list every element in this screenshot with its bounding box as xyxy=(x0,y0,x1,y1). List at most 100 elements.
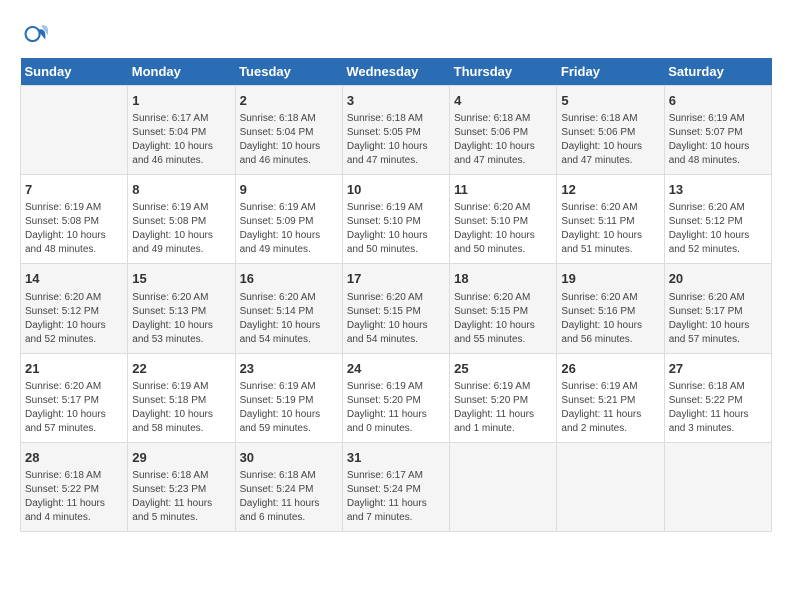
day-info: Sunrise: 6:20 AMSunset: 5:15 PMDaylight:… xyxy=(347,291,445,347)
day-number: 25 xyxy=(454,360,552,378)
day-info: Sunrise: 6:20 AMSunset: 5:10 PMDaylight:… xyxy=(454,201,552,257)
calendar-cell: 28 Sunrise: 6:18 AMSunset: 5:22 PMDayligh… xyxy=(21,442,128,531)
day-info: Sunrise: 6:18 AMSunset: 5:23 PMDaylight:… xyxy=(132,469,230,525)
day-number: 16 xyxy=(240,270,338,288)
day-number: 20 xyxy=(669,270,767,288)
day-info: Sunrise: 6:19 AMSunset: 5:10 PMDaylight:… xyxy=(347,201,445,257)
calendar-cell: 10 Sunrise: 6:19 AMSunset: 5:10 PMDayligh… xyxy=(342,175,449,264)
calendar-cell: 8 Sunrise: 6:19 AMSunset: 5:08 PMDaylight… xyxy=(128,175,235,264)
calendar-cell: 27 Sunrise: 6:18 AMSunset: 5:22 PMDayligh… xyxy=(664,353,771,442)
calendar-cell: 15 Sunrise: 6:20 AMSunset: 5:13 PMDayligh… xyxy=(128,264,235,353)
day-info: Sunrise: 6:18 AMSunset: 5:24 PMDaylight:… xyxy=(240,469,338,525)
day-info: Sunrise: 6:20 AMSunset: 5:14 PMDaylight:… xyxy=(240,291,338,347)
day-info: Sunrise: 6:18 AMSunset: 5:22 PMDaylight:… xyxy=(669,380,767,436)
calendar-cell: 14 Sunrise: 6:20 AMSunset: 5:12 PMDayligh… xyxy=(21,264,128,353)
calendar-cell: 7 Sunrise: 6:19 AMSunset: 5:08 PMDaylight… xyxy=(21,175,128,264)
day-info: Sunrise: 6:20 AMSunset: 5:11 PMDaylight:… xyxy=(561,201,659,257)
day-info: Sunrise: 6:18 AMSunset: 5:05 PMDaylight:… xyxy=(347,112,445,168)
day-number: 13 xyxy=(669,181,767,199)
day-info: Sunrise: 6:20 AMSunset: 5:13 PMDaylight:… xyxy=(132,291,230,347)
day-number: 12 xyxy=(561,181,659,199)
day-info: Sunrise: 6:17 AMSunset: 5:24 PMDaylight:… xyxy=(347,469,445,525)
calendar-header-row: SundayMondayTuesdayWednesdayThursdayFrid… xyxy=(21,58,772,86)
day-number: 15 xyxy=(132,270,230,288)
column-header-monday: Monday xyxy=(128,58,235,86)
calendar-cell: 24Sunrise: 6:19 AMSunset: 5:20 PMDayligh… xyxy=(342,353,449,442)
day-number: 27 xyxy=(669,360,767,378)
day-info: Sunrise: 6:18 AMSunset: 5:06 PMDaylight:… xyxy=(454,112,552,168)
day-number: 18 xyxy=(454,270,552,288)
day-number: 23 xyxy=(240,360,338,378)
logo xyxy=(20,20,52,48)
day-number: 31 xyxy=(347,449,445,467)
day-number: 11 xyxy=(454,181,552,199)
calendar-cell: 17 Sunrise: 6:20 AMSunset: 5:15 PMDayligh… xyxy=(342,264,449,353)
day-info: Sunrise: 6:19 AMSunset: 5:19 PMDaylight:… xyxy=(240,380,338,436)
calendar-cell: 12 Sunrise: 6:20 AMSunset: 5:11 PMDayligh… xyxy=(557,175,664,264)
calendar-cell: 9 Sunrise: 6:19 AMSunset: 5:09 PMDaylight… xyxy=(235,175,342,264)
day-number: 5 xyxy=(561,92,659,110)
week-row-5: 28 Sunrise: 6:18 AMSunset: 5:22 PMDayligh… xyxy=(21,442,772,531)
day-number: 26 xyxy=(561,360,659,378)
week-row-1: 1 Sunrise: 6:17 AMSunset: 5:04 PMDaylight… xyxy=(21,86,772,175)
calendar-cell: 19Sunrise: 6:20 AMSunset: 5:16 PMDayligh… xyxy=(557,264,664,353)
column-header-sunday: Sunday xyxy=(21,58,128,86)
week-row-3: 14 Sunrise: 6:20 AMSunset: 5:12 PMDayligh… xyxy=(21,264,772,353)
calendar-cell: 1 Sunrise: 6:17 AMSunset: 5:04 PMDaylight… xyxy=(128,86,235,175)
calendar-cell: 5 Sunrise: 6:18 AMSunset: 5:06 PMDaylight… xyxy=(557,86,664,175)
column-header-tuesday: Tuesday xyxy=(235,58,342,86)
day-number: 6 xyxy=(669,92,767,110)
calendar-cell: 20 Sunrise: 6:20 AMSunset: 5:17 PMDayligh… xyxy=(664,264,771,353)
day-number: 21 xyxy=(25,360,123,378)
week-row-4: 21 Sunrise: 6:20 AMSunset: 5:17 PMDayligh… xyxy=(21,353,772,442)
column-header-saturday: Saturday xyxy=(664,58,771,86)
day-info: Sunrise: 6:19 AMSunset: 5:08 PMDaylight:… xyxy=(25,201,123,257)
day-number: 29 xyxy=(132,449,230,467)
day-number: 14 xyxy=(25,270,123,288)
column-header-wednesday: Wednesday xyxy=(342,58,449,86)
day-info: Sunrise: 6:19 AMSunset: 5:21 PMDaylight:… xyxy=(561,380,659,436)
day-info: Sunrise: 6:19 AMSunset: 5:09 PMDaylight:… xyxy=(240,201,338,257)
calendar-table: SundayMondayTuesdayWednesdayThursdayFrid… xyxy=(20,58,772,532)
day-number: 17 xyxy=(347,270,445,288)
day-number: 2 xyxy=(240,92,338,110)
calendar-cell: 26 Sunrise: 6:19 AMSunset: 5:21 PMDayligh… xyxy=(557,353,664,442)
day-number: 7 xyxy=(25,181,123,199)
day-info: Sunrise: 6:20 AMSunset: 5:17 PMDaylight:… xyxy=(25,380,123,436)
calendar-cell xyxy=(21,86,128,175)
day-info: Sunrise: 6:20 AMSunset: 5:15 PMDaylight:… xyxy=(454,291,552,347)
day-info: Sunrise: 6:20 AMSunset: 5:12 PMDaylight:… xyxy=(25,291,123,347)
calendar-cell: 30 Sunrise: 6:18 AMSunset: 5:24 PMDayligh… xyxy=(235,442,342,531)
day-number: 30 xyxy=(240,449,338,467)
calendar-cell: 13 Sunrise: 6:20 AMSunset: 5:12 PMDayligh… xyxy=(664,175,771,264)
calendar-cell: 21 Sunrise: 6:20 AMSunset: 5:17 PMDayligh… xyxy=(21,353,128,442)
calendar-cell: 16 Sunrise: 6:20 AMSunset: 5:14 PMDayligh… xyxy=(235,264,342,353)
day-info: Sunrise: 6:20 AMSunset: 5:17 PMDaylight:… xyxy=(669,291,767,347)
day-info: Sunrise: 6:19 AMSunset: 5:08 PMDaylight:… xyxy=(132,201,230,257)
calendar-cell: 23 Sunrise: 6:19 AMSunset: 5:19 PMDayligh… xyxy=(235,353,342,442)
week-row-2: 7 Sunrise: 6:19 AMSunset: 5:08 PMDaylight… xyxy=(21,175,772,264)
calendar-cell xyxy=(557,442,664,531)
day-number: 10 xyxy=(347,181,445,199)
day-number: 19 xyxy=(561,270,659,288)
calendar-cell: 4Sunrise: 6:18 AMSunset: 5:06 PMDaylight… xyxy=(450,86,557,175)
day-number: 1 xyxy=(132,92,230,110)
calendar-cell: 29 Sunrise: 6:18 AMSunset: 5:23 PMDayligh… xyxy=(128,442,235,531)
day-number: 9 xyxy=(240,181,338,199)
day-info: Sunrise: 6:18 AMSunset: 5:06 PMDaylight:… xyxy=(561,112,659,168)
day-info: Sunrise: 6:18 AMSunset: 5:22 PMDaylight:… xyxy=(25,469,123,525)
column-header-thursday: Thursday xyxy=(450,58,557,86)
calendar-cell: 25Sunrise: 6:19 AMSunset: 5:20 PMDayligh… xyxy=(450,353,557,442)
day-info: Sunrise: 6:17 AMSunset: 5:04 PMDaylight:… xyxy=(132,112,230,168)
calendar-cell: 31 Sunrise: 6:17 AMSunset: 5:24 PMDayligh… xyxy=(342,442,449,531)
logo-icon xyxy=(20,20,48,48)
day-info: Sunrise: 6:18 AMSunset: 5:04 PMDaylight:… xyxy=(240,112,338,168)
day-number: 8 xyxy=(132,181,230,199)
column-header-friday: Friday xyxy=(557,58,664,86)
day-number: 28 xyxy=(25,449,123,467)
day-number: 24 xyxy=(347,360,445,378)
calendar-cell: 3Sunrise: 6:18 AMSunset: 5:05 PMDaylight… xyxy=(342,86,449,175)
day-info: Sunrise: 6:20 AMSunset: 5:12 PMDaylight:… xyxy=(669,201,767,257)
calendar-cell: 2 Sunrise: 6:18 AMSunset: 5:04 PMDaylight… xyxy=(235,86,342,175)
day-info: Sunrise: 6:19 AMSunset: 5:07 PMDaylight:… xyxy=(669,112,767,168)
